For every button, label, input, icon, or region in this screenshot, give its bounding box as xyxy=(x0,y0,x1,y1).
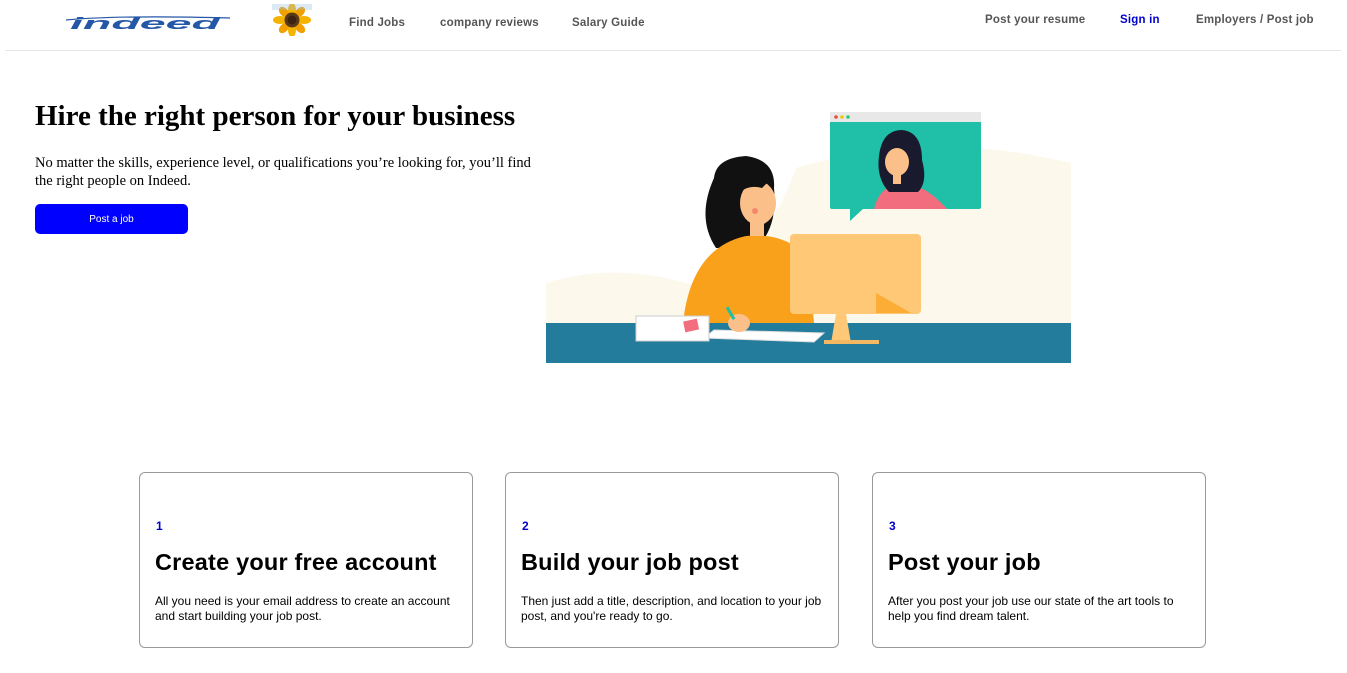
post-a-job-button[interactable]: Post a job xyxy=(35,204,188,234)
nav-find-jobs[interactable]: Find Jobs xyxy=(349,17,405,29)
hiring-illustration xyxy=(546,112,1071,363)
step-card-build-job-post: 2 Build your job post Then just add a ti… xyxy=(505,472,839,648)
step-number: 1 xyxy=(156,519,163,533)
step-description: All you need is your email address to cr… xyxy=(155,594,450,623)
indeed-logo[interactable]: indeed xyxy=(60,6,235,34)
step-number: 3 xyxy=(889,519,896,533)
site-header: indeed Find Jobs company reviews Salary … xyxy=(5,0,1341,51)
step-title: Create your free account xyxy=(155,549,437,575)
nav-post-resume[interactable]: Post your resume xyxy=(985,14,1085,26)
step-card-create-account: 1 Create your free account All you need … xyxy=(139,472,473,648)
nav-sign-in[interactable]: Sign in xyxy=(1120,14,1160,26)
nav-salary-guide[interactable]: Salary Guide xyxy=(572,17,645,29)
sunflower-icon xyxy=(272,4,312,36)
step-description: Then just add a title, description, and … xyxy=(521,594,822,623)
hero-description: No matter the skills, experience level, … xyxy=(35,155,531,189)
step-title: Post your job xyxy=(888,549,1041,575)
nav-employers-post-job[interactable]: Employers / Post job xyxy=(1196,14,1314,26)
step-card-post-job: 3 Post your job After you post your job … xyxy=(872,472,1206,648)
hero-title: Hire the right person for your business xyxy=(35,100,516,132)
step-number: 2 xyxy=(522,519,529,533)
step-title: Build your job post xyxy=(521,549,739,575)
step-description: After you post your job use our state of… xyxy=(888,594,1174,623)
svg-text:indeed: indeed xyxy=(70,15,223,34)
nav-company-reviews[interactable]: company reviews xyxy=(440,17,539,29)
